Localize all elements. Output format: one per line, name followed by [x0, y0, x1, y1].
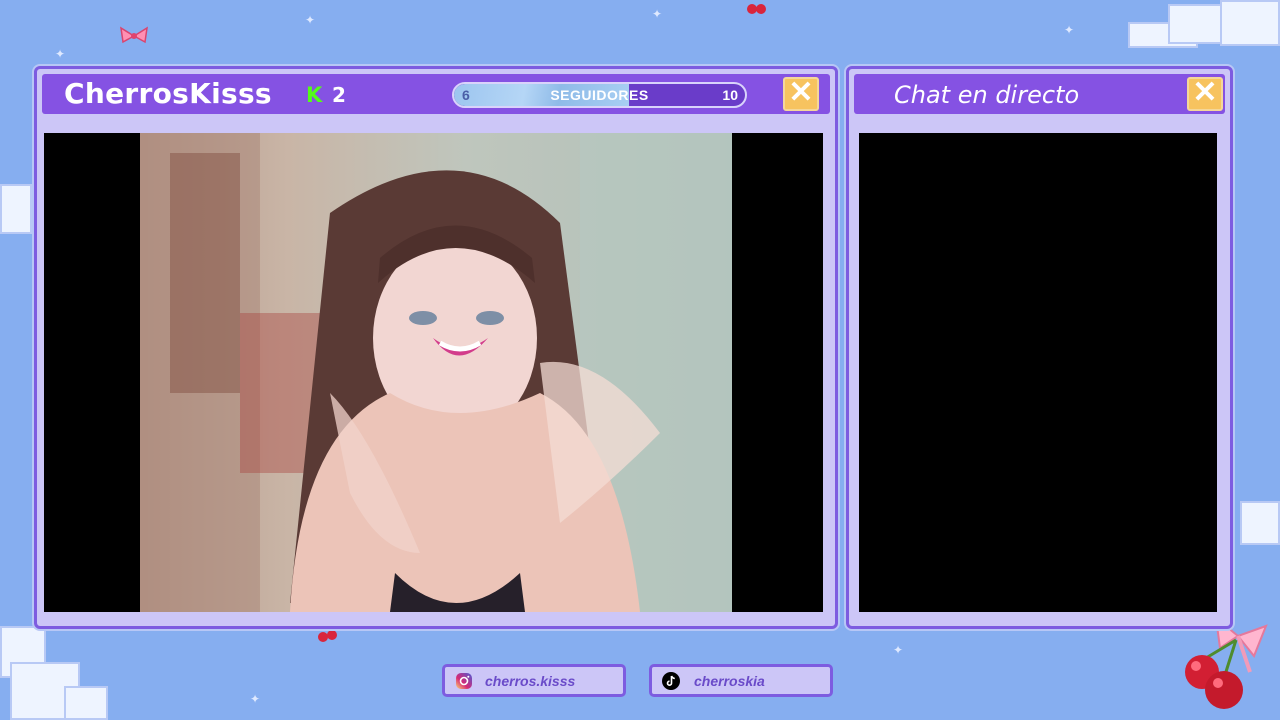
stream-header: CherrosKisss K 2 SEGUIDORES 6 10 ✕	[42, 74, 830, 114]
webcam-video	[140, 133, 732, 612]
chat-window: Chat en directo ✕	[846, 66, 1233, 629]
video-player[interactable]	[44, 133, 823, 612]
cloud-decoration	[0, 622, 110, 720]
sparkle-icon: ✦	[893, 643, 904, 657]
followers-goal-current: 6	[462, 87, 470, 103]
sparkle-icon: ✦	[305, 13, 316, 27]
followers-goal-target: 10	[722, 87, 738, 103]
chat-message-area[interactable]	[859, 133, 1217, 612]
kick-logo-icon: K	[306, 83, 323, 107]
channel-name: CherrosKisss	[64, 77, 272, 110]
close-stream-button[interactable]: ✕	[783, 77, 819, 111]
cherry-icon	[747, 4, 766, 14]
chat-header: Chat en directo ✕	[854, 74, 1225, 114]
close-icon: ✕	[1192, 76, 1218, 109]
cloud-decoration	[1234, 495, 1280, 550]
sparkle-icon: ✦	[652, 7, 663, 21]
sparkle-icon: ✦	[250, 692, 261, 706]
sparkle-icon: ✦	[1064, 23, 1075, 37]
instagram-handle-badge[interactable]: cherros.kisss	[442, 664, 626, 697]
close-icon: ✕	[788, 76, 814, 109]
chat-title: Chat en directo	[894, 81, 1080, 109]
followers-goal-bar: SEGUIDORES 6 10	[452, 82, 747, 108]
instagram-icon	[456, 673, 472, 689]
sparkle-icon: ✦	[55, 47, 66, 61]
tiktok-icon	[662, 672, 680, 690]
bow-icon	[120, 26, 148, 44]
tiktok-handle-badge[interactable]: cherroskia	[649, 664, 833, 697]
followers-goal-label: SEGUIDORES	[550, 87, 649, 103]
close-chat-button[interactable]: ✕	[1187, 77, 1223, 111]
cloud-decoration	[0, 178, 34, 238]
viewer-count: 2	[332, 83, 346, 107]
stream-window: CherrosKisss K 2 SEGUIDORES 6 10 ✕	[34, 66, 838, 629]
streamer-video-frame	[140, 133, 732, 612]
instagram-handle: cherros.kisss	[485, 673, 576, 689]
tiktok-handle: cherroskia	[694, 673, 765, 689]
cloud-decoration	[1128, 0, 1280, 50]
